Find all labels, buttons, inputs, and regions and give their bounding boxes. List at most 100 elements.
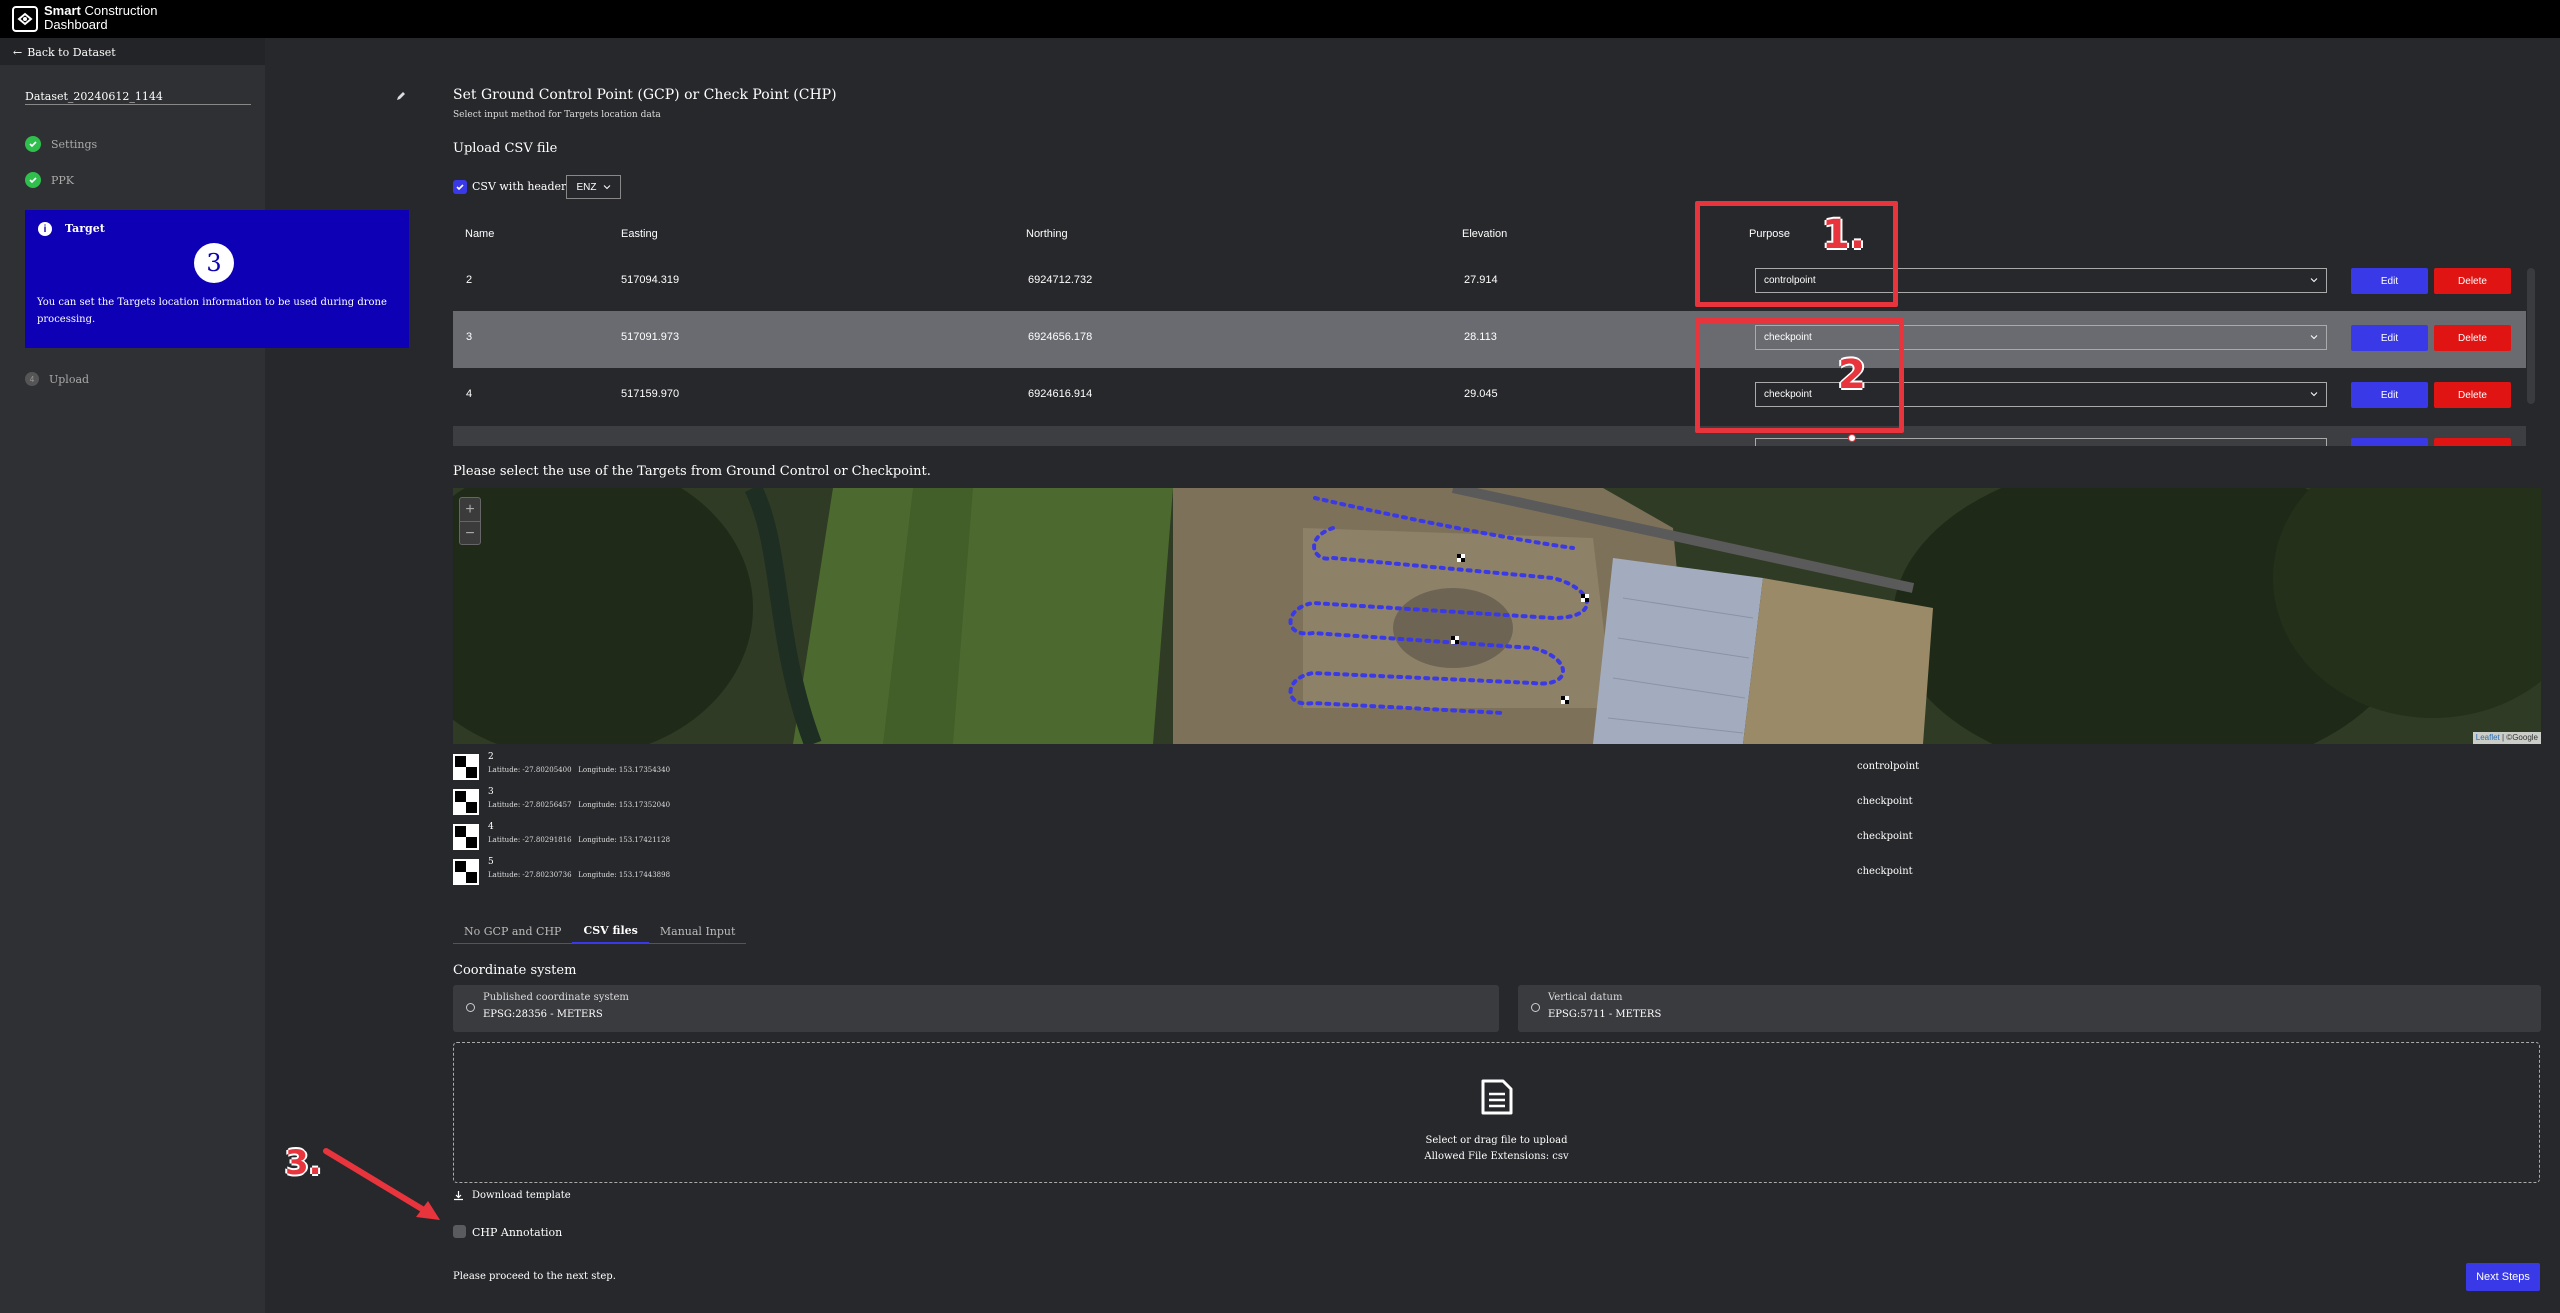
edit-button[interactable] <box>2351 438 2428 446</box>
list-item[interactable]: 5 Latitude: -27.80230736 Longitude: 153.… <box>453 857 2453 887</box>
target-coords: Latitude: -27.80230736 Longitude: 153.17… <box>488 871 671 879</box>
cell-elevation: 27.914 <box>1464 274 1498 286</box>
cell-northing: 6924656.178 <box>1028 331 1093 343</box>
brand-bold: Smart <box>44 3 81 18</box>
check-circle-icon <box>25 172 41 188</box>
target-purpose: checkpoint <box>1857 796 1913 807</box>
list-item[interactable]: 2 Latitude: -27.80205400 Longitude: 153.… <box>453 752 2453 782</box>
target-name: 2 <box>488 752 494 762</box>
download-template-label: Download template <box>472 1190 571 1201</box>
checkmark-icon <box>456 184 464 191</box>
table-row-partial <box>453 426 2526 446</box>
target-marker-icon <box>453 824 479 850</box>
chevron-down-icon <box>603 185 610 190</box>
delete-button[interactable]: Delete <box>2434 325 2511 351</box>
target-name: 5 <box>488 857 494 867</box>
coordinate-system-title: Coordinate system <box>453 963 577 978</box>
brand-logo-icon <box>12 6 38 32</box>
satellite-map[interactable]: + − Leaflet | ©Google <box>453 488 2541 744</box>
annotation-arrow-icon <box>323 1148 440 1220</box>
cell-elevation: 29.045 <box>1464 388 1498 400</box>
list-item[interactable]: 3 Latitude: -27.80256457 Longitude: 153.… <box>453 787 2453 817</box>
format-select[interactable]: ENZ <box>566 175 621 199</box>
map-target-marker[interactable] <box>1561 696 1569 704</box>
list-item[interactable]: 4 Latitude: -27.80291816 Longitude: 153.… <box>453 822 2453 852</box>
tab-manual-input[interactable]: Manual Input <box>649 918 747 944</box>
next-steps-button[interactable]: Next Steps <box>2466 1263 2540 1291</box>
map-target-marker[interactable] <box>1457 554 1465 562</box>
edit-button[interactable]: Edit <box>2351 268 2428 294</box>
table-scrollbar[interactable] <box>2527 268 2535 404</box>
resize-handle[interactable] <box>1848 434 1856 442</box>
zoom-out-button[interactable]: − <box>460 522 480 545</box>
step-settings-label: Settings <box>51 137 98 151</box>
annotation-label-3: 3. <box>285 1143 322 1183</box>
step-upload[interactable]: 4 Upload <box>25 372 89 386</box>
tab-csv-files[interactable]: CSV files <box>572 918 649 944</box>
target-coords: Latitude: -27.80205400 Longitude: 153.17… <box>488 766 671 774</box>
step-number-badge: 3 <box>194 243 234 283</box>
input-method-tabs: No GCP and CHP CSV files Manual Input <box>453 918 747 944</box>
attribution-google: | ©Google <box>2499 733 2538 742</box>
map-target-marker[interactable] <box>1451 636 1459 644</box>
upload-csv-title: Upload CSV file <box>453 141 558 156</box>
step-target-title: Target <box>65 222 105 235</box>
back-to-dataset-link[interactable]: ← Back to Dataset <box>13 46 116 59</box>
vertical-datum-card[interactable]: Vertical datum EPSG:5711 - METERS <box>1518 985 2541 1032</box>
delete-button[interactable] <box>2434 438 2511 446</box>
download-template-link[interactable]: Download template <box>453 1190 571 1201</box>
cell-northing: 6924712.732 <box>1028 274 1093 286</box>
annotation-box-2 <box>1695 318 1904 433</box>
step-ppk-label: PPK <box>51 173 75 187</box>
delete-button[interactable]: Delete <box>2434 268 2511 294</box>
map-attribution: Leaflet | ©Google <box>2472 732 2541 744</box>
col-northing: Northing <box>1026 228 1068 240</box>
pencil-icon[interactable] <box>396 91 406 101</box>
cell-name: 3 <box>466 331 473 343</box>
sidebar-header: ← Back to Dataset <box>0 38 265 65</box>
delete-button[interactable]: Delete <box>2434 382 2511 408</box>
chevron-down-icon <box>2310 392 2318 397</box>
globe-icon <box>466 1003 475 1012</box>
info-icon: i <box>38 222 52 236</box>
cell-northing: 6924616.914 <box>1028 388 1093 400</box>
table-row: 2 517094.319 6924712.732 27.914 controlp… <box>453 254 2526 311</box>
globe-icon <box>1531 1003 1540 1012</box>
coordinate-system-card[interactable]: Published coordinate system EPSG:28356 -… <box>453 985 1499 1032</box>
tab-no-gcp[interactable]: No GCP and CHP <box>453 918 572 944</box>
brand-name: Smart Construction Dashboard <box>44 4 157 32</box>
step-upload-number: 4 <box>25 372 39 386</box>
step-target-active: i Target 3 You can set the Targets locat… <box>25 210 409 348</box>
page-title: Set Ground Control Point (GCP) or Check … <box>453 87 837 103</box>
top-bar: Smart Construction Dashboard <box>0 0 2560 38</box>
map-target-marker[interactable] <box>1581 594 1589 602</box>
csv-header-checkbox[interactable] <box>453 180 467 194</box>
chp-annotation-checkbox[interactable] <box>453 1225 466 1238</box>
step-settings[interactable]: Settings <box>25 136 97 152</box>
chevron-down-icon <box>2310 335 2318 340</box>
purpose-select[interactable] <box>1755 438 2327 446</box>
col-name: Name <box>465 228 495 240</box>
annotation-box-1 <box>1695 201 1898 307</box>
edit-button[interactable]: Edit <box>2351 325 2428 351</box>
arrow-left-icon: ← <box>13 46 23 59</box>
col-easting: Easting <box>621 228 658 240</box>
proceed-message: Please proceed to the next step. <box>453 1271 616 1282</box>
brand-line2: Dashboard <box>44 17 108 32</box>
table-row: 4 517159.970 6924616.914 29.045 checkpoi… <box>453 368 2526 425</box>
page-subtitle: Select input method for Targets location… <box>453 110 661 120</box>
cell-easting: 517094.319 <box>621 274 680 286</box>
edit-button[interactable]: Edit <box>2351 382 2428 408</box>
file-dropzone[interactable]: Select or drag file to upload Allowed Fi… <box>453 1042 2540 1183</box>
annotation-label-1: 1. <box>1822 212 1866 258</box>
vertical-datum-value: EPSG:5711 - METERS <box>1548 1009 1662 1020</box>
dropzone-extensions: Allowed File Extensions: csv <box>1424 1151 1569 1162</box>
leaflet-link[interactable]: Leaflet <box>2476 733 2500 742</box>
target-marker-icon <box>453 789 479 815</box>
zoom-control: + − <box>459 497 481 545</box>
step-upload-label: Upload <box>49 372 90 386</box>
target-marker-icon <box>453 754 479 780</box>
step-ppk[interactable]: PPK <box>25 172 74 188</box>
zoom-in-button[interactable]: + <box>460 498 480 521</box>
document-icon <box>1481 1079 1513 1115</box>
